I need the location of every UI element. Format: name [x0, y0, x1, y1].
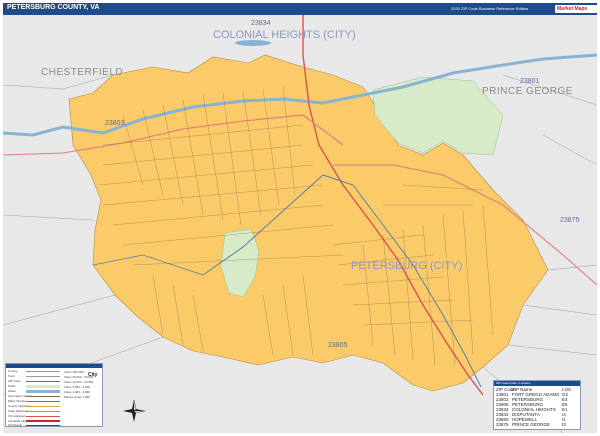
county-label-chesterfield: CHESTERFIELD — [41, 67, 124, 78]
map-legend: County Town ZIP Code Parks Water Seconda… — [5, 363, 103, 427]
legend-header — [6, 364, 102, 368]
zip-label-23875: 23875 — [560, 217, 580, 224]
legend-city-size: Cities 1,000 - 4,999 — [64, 390, 91, 394]
city-label-petersburg: PETERSBURG (CITY) — [351, 260, 463, 272]
zip-label-23801: 23801 — [520, 78, 540, 85]
legend-row: County — [8, 369, 18, 373]
zip-code-table: ZIP Code Index / Location ZIP Code ZIP N… — [493, 380, 581, 430]
legend-city-sample: City — [88, 372, 98, 378]
legend-swatch — [26, 396, 60, 397]
city-label-colonial-heights: COLONIAL HEIGHTS (CITY) — [213, 29, 356, 41]
legend-row: US Highways — [8, 414, 27, 418]
zip-name-cell: PRINCE GEORGE — [512, 422, 551, 427]
brand-logo-text: Market Maps — [557, 6, 588, 12]
legend-swatch — [26, 385, 60, 388]
table-row: 23875 PRINCE GEORGE I3 — [496, 422, 580, 427]
legend-city-size: Cities 100,000+ — [64, 370, 85, 374]
title-bar: PETERSBURG COUNTY, VA 2020 ZIP Code Busi… — [3, 3, 597, 15]
legend-row: Toll Roads — [8, 423, 23, 427]
legend-city-size: Cities 5,000 - 9,999 — [64, 385, 91, 389]
legend-swatch — [26, 411, 60, 412]
compass-rose-icon — [123, 399, 146, 422]
zip-label-23805: 23805 — [328, 342, 348, 349]
zip-label-23803: 23803 — [105, 120, 125, 127]
legend-swatch — [26, 406, 60, 407]
legend-row: ZIP Code — [8, 379, 21, 383]
legend-swatch — [26, 401, 60, 402]
map-title: PETERSBURG COUNTY, VA — [7, 4, 100, 11]
legend-row: Major Streets — [8, 399, 26, 403]
legend-swatch — [26, 420, 60, 422]
legend-swatch — [26, 371, 60, 372]
legend-swatch — [26, 425, 60, 426]
legend-swatch — [26, 390, 60, 393]
legend-row: Parks — [8, 384, 16, 388]
legend-row: Town — [8, 374, 16, 378]
zip-table-title: ZIP Code Index / Location — [494, 381, 580, 386]
brand-logo: Market Maps — [555, 5, 597, 13]
edition-label: 2020 ZIP Code Business Reference Edition — [451, 6, 529, 11]
legend-row: Water — [8, 389, 16, 393]
zip-label-23834: 23834 — [251, 20, 271, 27]
legend-city-size: Cities 10,000 - 24,999 — [64, 380, 94, 384]
county-label-prince-george: PRINCE GEORGE — [482, 86, 573, 97]
zip-cell: 23875 — [496, 422, 509, 427]
loc-cell: I3 — [562, 422, 566, 427]
legend-swatch — [26, 376, 60, 377]
legend-city-size: Places under 1,000 — [64, 395, 90, 399]
legend-swatch — [26, 381, 60, 382]
map-frame: PETERSBURG COUNTY, VA 2020 ZIP Code Busi… — [0, 0, 600, 436]
legend-swatch — [26, 416, 60, 417]
